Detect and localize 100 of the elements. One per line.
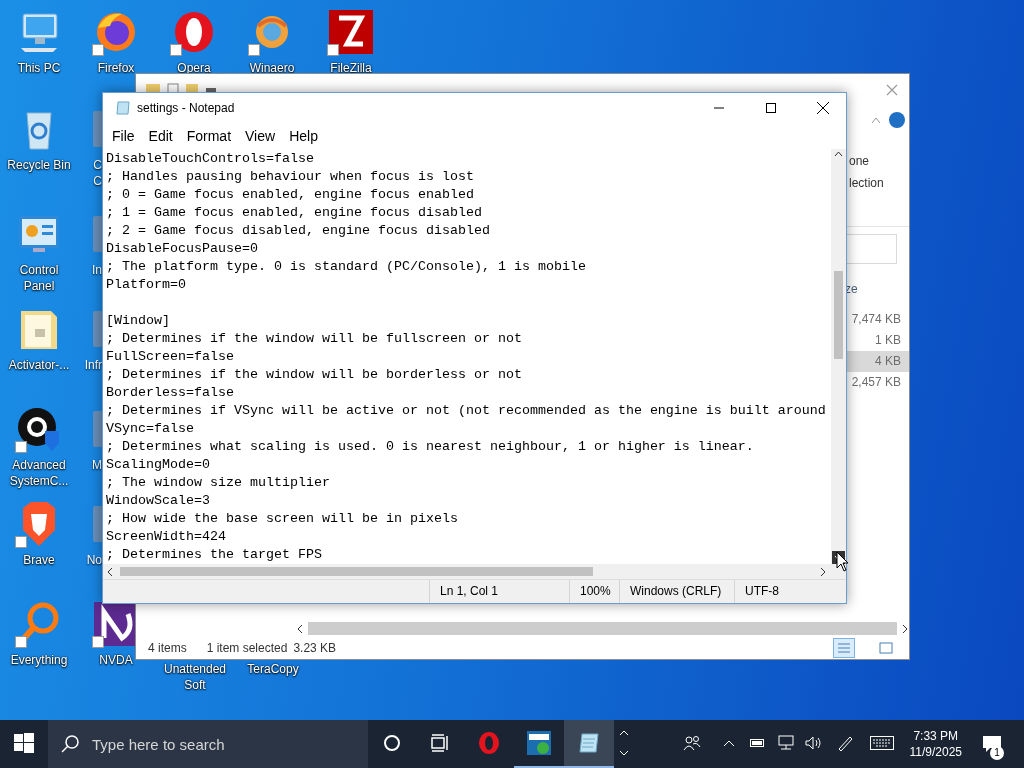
status-text: UTF-8 <box>734 580 846 603</box>
status-text: 4 items <box>148 641 187 655</box>
icon-label: TeraCopy <box>247 661 299 677</box>
text-line: ; Determines if the window will be borderless or not <box>106 366 523 384</box>
icon-label[interactable]: Winaero <box>249 60 295 76</box>
search-icon <box>60 734 80 754</box>
text-line: ; Determines what scaling is used. 0 is nearest neighbour, 1 or higher is linear. <box>106 438 755 456</box>
icon-label: Unattended <box>163 661 227 677</box>
size-cell-text: 2,457 KB <box>850 374 902 391</box>
filezilla-icon <box>327 8 375 56</box>
icon-label: C <box>93 173 102 189</box>
notepad-icon <box>576 730 602 756</box>
notification-button[interactable]: 1 <box>972 720 1012 768</box>
scroll-left-icon[interactable] <box>296 623 304 634</box>
icon-label[interactable]: Activator-... <box>8 357 70 373</box>
text-line: ; 0 = Game focus enabled, engine focus enabled <box>106 186 475 204</box>
app-icon <box>93 216 102 252</box>
text-line: ; 1 = Game focus enabled, engine focus disabled <box>106 204 483 222</box>
icon-label[interactable]: Opera <box>177 60 211 76</box>
taskbar-app-button[interactable] <box>564 720 614 768</box>
people-icon <box>682 735 701 751</box>
notification-badge: 1 <box>990 746 1004 760</box>
maximize-icon <box>766 103 776 113</box>
icon-label: Infr <box>84 357 102 373</box>
horizontal-scrollbar[interactable] <box>103 564 846 579</box>
icon-label: In <box>92 262 102 278</box>
scrollbar-thumb[interactable] <box>120 567 593 576</box>
circle-icon <box>383 734 401 752</box>
windows-logo-icon <box>14 733 34 753</box>
search-input[interactable]: Type here to search <box>90 734 354 754</box>
text-line: VSync=false <box>106 420 195 438</box>
text-line: ; Determines if the window will be fullscreen or not <box>106 330 523 348</box>
battery-icon <box>749 738 766 748</box>
scroll-right-icon[interactable] <box>901 623 909 634</box>
clock[interactable]: 7:33 PM 11/9/2025 <box>903 729 968 759</box>
icon-label[interactable]: Control Panel <box>3 262 75 294</box>
scroll-right-icon[interactable] <box>818 566 828 577</box>
volume-icon <box>804 735 823 751</box>
app-icon <box>93 111 102 147</box>
window-title: settings - Notepad <box>137 101 235 115</box>
size-cell-text: 1 KB <box>874 332 902 349</box>
text-line: ; The window size multiplier <box>106 474 331 492</box>
text-line: DisableTouchControls=false <box>106 150 315 168</box>
text-line: ScalingMode=0 <box>106 456 211 474</box>
menu-item[interactable]: Help <box>282 126 325 146</box>
app-icon <box>93 311 102 347</box>
network-icon <box>776 735 795 751</box>
menu-item[interactable]: Format <box>179 126 239 146</box>
menu-item[interactable]: File <box>105 126 142 146</box>
icon-label[interactable]: Advanced SystemC... <box>3 457 75 489</box>
app-icon <box>526 730 552 756</box>
text-line: ; 2 = Game focus disabled, engine focus disabled <box>106 222 491 240</box>
icon-label: M <box>92 457 102 473</box>
icon-label[interactable]: Brave <box>23 552 55 568</box>
task-view-icon <box>430 734 450 752</box>
notepad-icon <box>115 100 131 116</box>
icon-label[interactable]: NVDA <box>99 652 133 668</box>
size-cell-text: 7,474 KB <box>850 311 902 328</box>
text-line: ; The platform type. 0 is standard (PC/Console), 1 is mobile <box>106 258 587 276</box>
time-text: 7:33 PM <box>913 729 959 743</box>
close-icon[interactable] <box>885 83 899 97</box>
ribbon-item[interactable]: lection <box>849 172 884 194</box>
text-line: ScreenWidth=424 <box>106 528 227 546</box>
text-line: DisableFocusPause=0 <box>106 240 259 258</box>
keyboard-icon <box>869 736 894 750</box>
menu-item[interactable]: Edit <box>141 126 180 146</box>
collapse-icon[interactable] <box>871 116 881 124</box>
app-icon <box>93 411 102 447</box>
icon-label[interactable]: FileZilla <box>330 60 372 76</box>
status-text: 100% <box>569 580 619 603</box>
scrollbar-thumb[interactable] <box>308 622 897 635</box>
text-line: ; Handles pausing behaviour when focus is lost <box>106 168 475 186</box>
tiles-view-icon <box>879 642 893 654</box>
icon-label[interactable]: This PC <box>17 60 61 76</box>
scrollbar-thumb[interactable] <box>834 271 843 359</box>
text-line: ; Determines the target FPS <box>106 546 323 564</box>
icon-label[interactable]: Firefox <box>97 60 135 76</box>
text-line: Platform=0 <box>106 276 187 294</box>
up-down-arrows-icon <box>619 728 629 758</box>
icon-label[interactable]: Everything <box>10 652 68 668</box>
scroll-up-icon[interactable] <box>834 149 843 159</box>
date-text: 11/9/2025 <box>909 745 962 759</box>
icon-label[interactable]: Recycle Bin <box>7 157 71 173</box>
opera-icon <box>477 731 501 755</box>
status-text: Ln 1, Col 1 <box>429 580 569 603</box>
icon-label: C <box>93 157 102 173</box>
chevron-up-icon <box>722 739 735 747</box>
text-line: ; How wide the base screen will be in pixels <box>106 510 459 528</box>
search-bar[interactable]: Type here to search <box>48 720 368 768</box>
icon-label: No <box>86 552 102 568</box>
details-view-icon <box>837 642 851 654</box>
ribbon-item[interactable]: one <box>849 150 870 172</box>
text-line: ; Determines if VSync will be active or not (not recommended as the engine is built around <box>106 402 827 420</box>
help-icon[interactable] <box>889 112 905 128</box>
text-line: Borderless=false <box>106 384 235 402</box>
app-icon <box>93 506 102 542</box>
text-line: WindowScale=3 <box>106 492 211 510</box>
status-text: Windows (CRLF) <box>619 580 734 603</box>
menu-item[interactable]: View <box>238 126 283 146</box>
vertical-scrollbar[interactable] <box>831 149 846 564</box>
